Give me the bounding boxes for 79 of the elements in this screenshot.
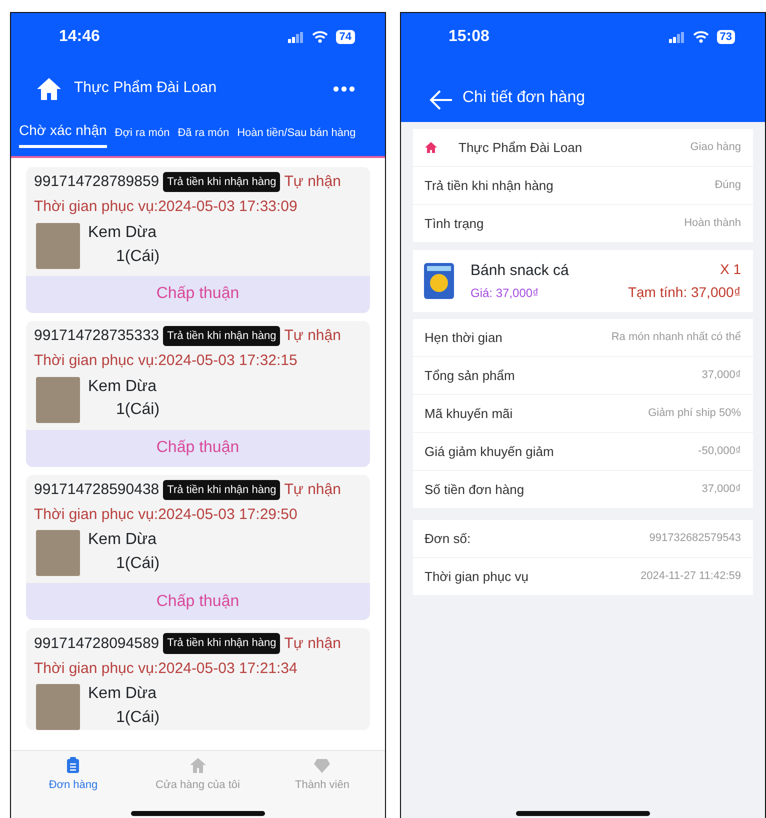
order-number: 991714728094589 bbox=[34, 634, 160, 654]
battery-icon: 74 bbox=[336, 30, 354, 44]
status-time: 15:08 bbox=[448, 27, 490, 47]
back-arrow-icon[interactable] bbox=[428, 90, 452, 110]
store-name: Thực Phẩm Đài Loan bbox=[458, 138, 582, 157]
delivery-type: Tự nhận bbox=[284, 634, 341, 654]
photo-placeholder bbox=[36, 530, 80, 576]
service-time: Thời gian phục vụ:2024-05-03 17:21:34 bbox=[34, 658, 298, 678]
item-quantity: 1(Cái) bbox=[115, 554, 160, 574]
approve-button[interactable]: Chấp thuận bbox=[26, 276, 370, 313]
more-icon[interactable] bbox=[332, 86, 354, 92]
payment-tag: Trả tiền khi nhận hàng bbox=[163, 172, 280, 192]
diamond-icon bbox=[314, 757, 330, 774]
detail-value: 991732682579543 bbox=[649, 531, 741, 546]
signal-icon bbox=[668, 32, 685, 42]
item-quantity: 1(Cái) bbox=[115, 708, 160, 728]
order-number: 991714728789859 bbox=[34, 172, 160, 192]
order-number: 991714728735333 bbox=[34, 326, 160, 346]
item-name: Kem Dừa bbox=[88, 376, 158, 397]
detail-value: Ra món nhanh nhất có thể bbox=[611, 330, 741, 346]
delivery-type: Tự nhận bbox=[284, 480, 341, 500]
page-title: Chi tiết đơn hàng bbox=[462, 88, 586, 108]
detail-label: Mã khuyến mãi bbox=[424, 404, 513, 423]
status-time: 14:46 bbox=[59, 27, 100, 47]
service-time: Thời gian phục vụ:2024-05-03 17:33:09 bbox=[34, 197, 298, 217]
nav-tab[interactable]: Thành viên bbox=[260, 757, 384, 818]
order-tab[interactable]: Đã ra món bbox=[178, 124, 230, 148]
detail-value: 37,000₫ bbox=[702, 482, 741, 498]
photo-placeholder bbox=[36, 376, 80, 423]
detail-label: Tình trạng bbox=[424, 214, 484, 233]
home-icon bbox=[36, 76, 62, 100]
order-tab[interactable]: Chờ xác nhận bbox=[19, 120, 107, 148]
detail-label: Thời gian phục vụ bbox=[424, 568, 528, 586]
product-price: Giá: 37,000₫ bbox=[470, 285, 540, 302]
order-tab[interactable]: Hoàn tiền/Sau bán hàng bbox=[237, 124, 356, 148]
payment-tag: Trả tiền khi nhận hàng bbox=[163, 480, 280, 500]
wifi-icon bbox=[312, 31, 328, 43]
order-number: 991714728590438 bbox=[34, 480, 160, 500]
order-tab[interactable]: Đợi ra món bbox=[114, 124, 170, 148]
detail-value: Hoàn thành bbox=[684, 216, 741, 232]
detail-value: -50,000₫ bbox=[698, 444, 741, 460]
payment-tag: Trả tiền khi nhận hàng bbox=[163, 633, 280, 654]
detail-value: Giao hàng bbox=[690, 140, 741, 156]
photo-placeholder bbox=[36, 684, 80, 730]
service-time: Thời gian phục vụ:2024-05-03 17:32:15 bbox=[34, 351, 298, 371]
clipboard-icon bbox=[65, 757, 82, 774]
nav-tab[interactable]: Đơn hàng bbox=[11, 757, 136, 818]
detail-value: Giảm phí ship 50% bbox=[648, 406, 741, 422]
signal-icon bbox=[288, 32, 304, 42]
battery-icon: 73 bbox=[716, 30, 735, 44]
item-name: Kem Dừa bbox=[88, 684, 158, 704]
photo-placeholder bbox=[36, 222, 80, 269]
detail-label: Tổng sản phẩm bbox=[424, 366, 515, 385]
detail-value: 2024-11-27 11:42:59 bbox=[640, 569, 741, 584]
delivery-type: Tự nhận bbox=[284, 172, 341, 192]
item-name: Kem Dừa bbox=[88, 222, 158, 243]
detail-label: Hẹn thời gian bbox=[424, 328, 502, 347]
wifi-icon bbox=[692, 31, 709, 43]
detail-label: Trả tiền khi nhận hàng bbox=[424, 176, 554, 195]
delivery-type: Tự nhận bbox=[284, 326, 341, 346]
nav-tab[interactable]: Cửa hàng của tôi bbox=[136, 757, 260, 818]
product-subtotal: Tạm tính: 37,000₫ bbox=[628, 283, 741, 302]
home-icon bbox=[190, 757, 206, 774]
payment-tag: Trả tiền khi nhận hàng bbox=[163, 326, 280, 346]
item-quantity: 1(Cái) bbox=[115, 246, 160, 267]
product-name: Bánh snack cá bbox=[470, 260, 570, 281]
detail-value: 37,000₫ bbox=[702, 368, 741, 384]
detail-label: Số tiền đơn hàng bbox=[424, 480, 524, 499]
item-name: Kem Dừa bbox=[88, 530, 158, 550]
detail-value: Đúng bbox=[714, 178, 741, 194]
service-time: Thời gian phục vụ:2024-05-03 17:29:50 bbox=[34, 504, 298, 524]
approve-button[interactable]: Chấp thuận bbox=[26, 430, 370, 467]
home-icon bbox=[424, 142, 436, 153]
approve-button[interactable]: Chấp thuận bbox=[26, 583, 370, 620]
item-quantity: 1(Cái) bbox=[115, 400, 160, 420]
product-quantity: X 1 bbox=[718, 260, 741, 279]
store-title: Thực Phẩm Đài Loan bbox=[74, 78, 218, 98]
detail-label: Giá giảm khuyến giảm bbox=[424, 442, 554, 461]
detail-label: Đơn số: bbox=[424, 530, 471, 548]
